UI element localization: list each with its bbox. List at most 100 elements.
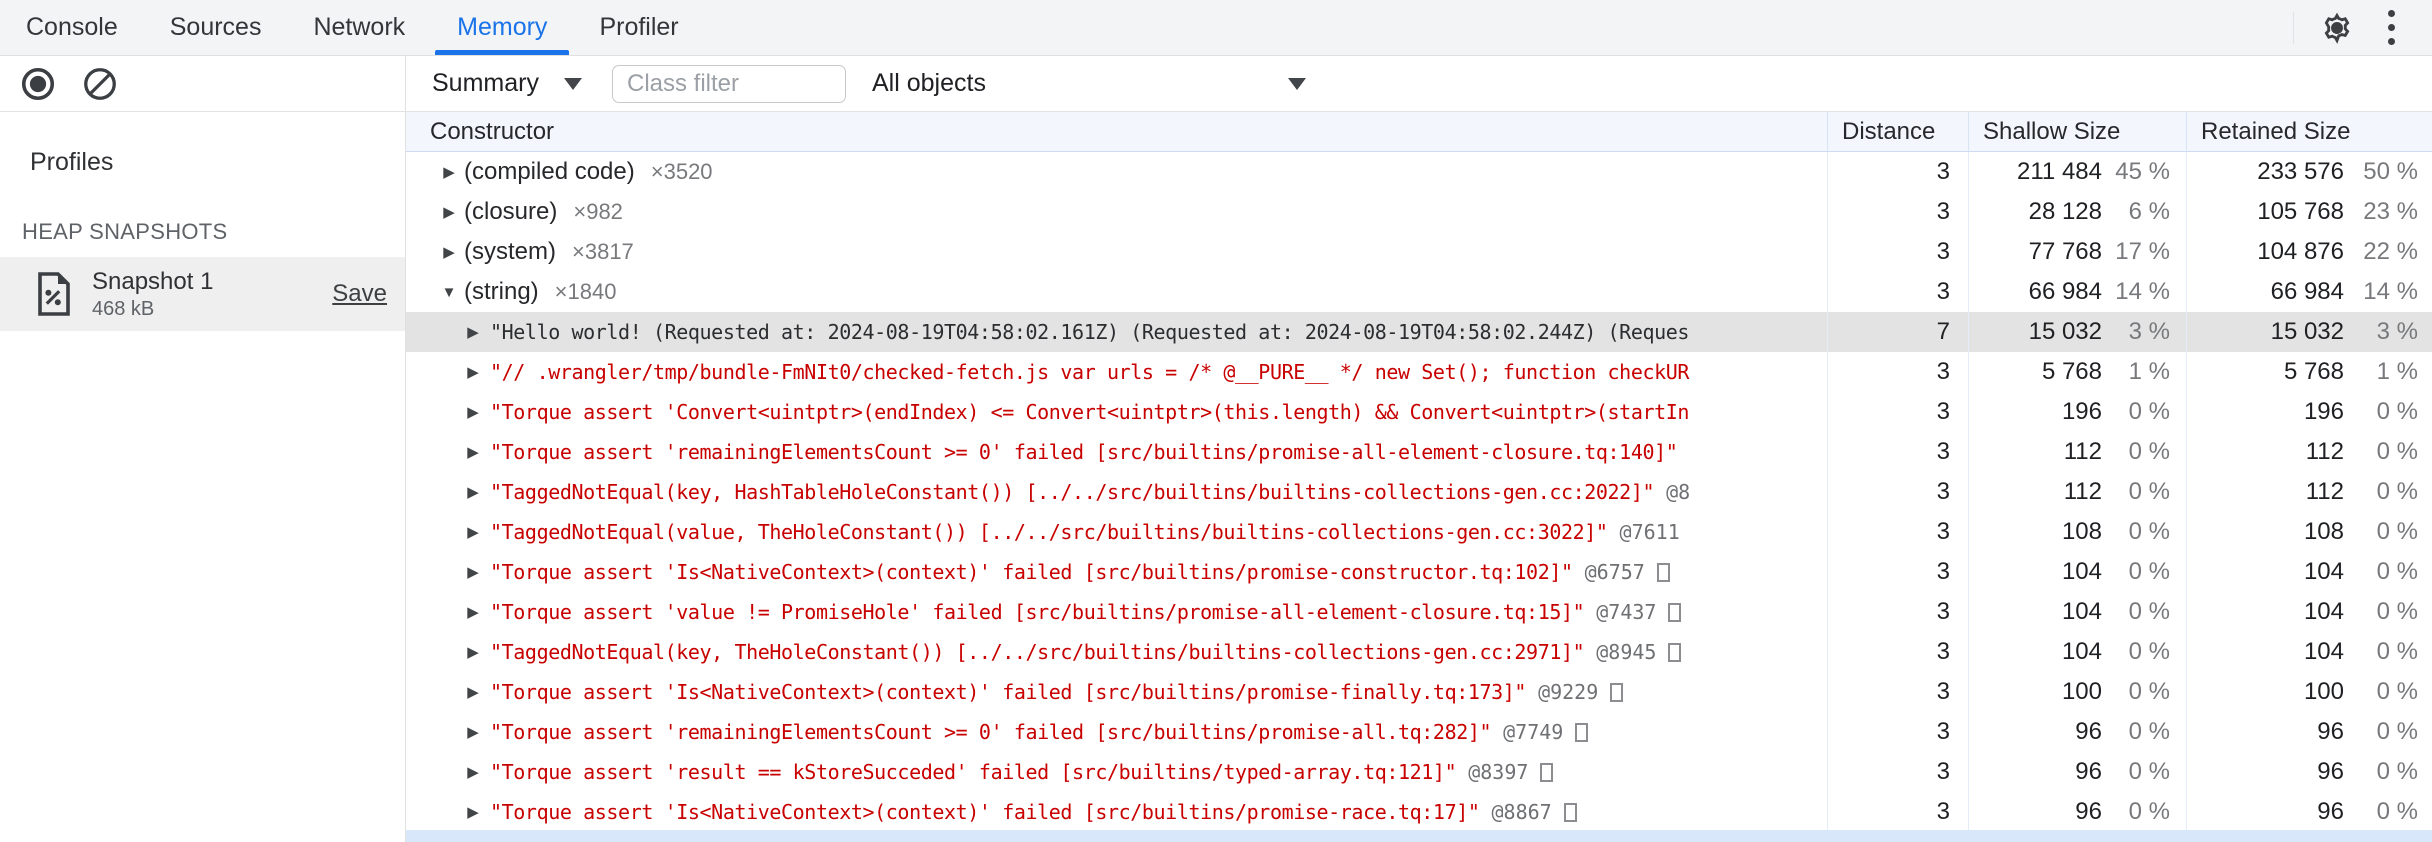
grid-row-string[interactable]: ▶ "Torque assert 'Is<NativeContext>(conte… <box>406 792 2432 830</box>
column-header-distance[interactable]: Distance <box>1827 112 1968 151</box>
size-value: 104 <box>2303 558 2344 585</box>
size-value: 66 984 <box>2028 278 2102 305</box>
string-value: "// .wrangler/tmp/bundle-FmNIt0/checked-… <box>490 360 1690 384</box>
constructor-cell: ▶ "// .wrangler/tmp/bundle-FmNIt0/checked… <box>406 352 1827 392</box>
grid-row-group[interactable]: ▶ (closure) ×982 3 28 128 6 % 105 768 23 % <box>406 192 2432 232</box>
distance-cell: 3 <box>1827 632 1968 672</box>
grid-row-group[interactable]: ▼ (string) ×1840 3 66 984 14 % 66 984 14 % <box>406 272 2432 312</box>
grid-row-string[interactable]: ▶ "TaggedNotEqual(key, HashTableHoleConst… <box>406 472 2432 512</box>
grid-row-string[interactable]: ▶ "Torque assert 'remainingElementsCount … <box>406 712 2432 752</box>
expand-triangle-icon[interactable]: ▶ <box>464 643 482 661</box>
distance-cell: 3 <box>1827 152 1968 192</box>
expand-triangle-icon[interactable]: ▶ <box>464 603 482 621</box>
grid-row-group[interactable]: ▶ (compiled code) ×3520 3 211 484 45 % 233 576… <box>406 152 2432 192</box>
retained-size-cell: 104 0 % <box>2186 632 2432 672</box>
class-filter-input[interactable] <box>612 64 846 103</box>
take-snapshot-button[interactable] <box>16 62 60 106</box>
more-options-button[interactable] <box>2364 6 2418 50</box>
expand-triangle-icon[interactable]: ▶ <box>464 803 482 821</box>
shallow-size-cell: 112 0 % <box>1968 472 2186 512</box>
size-value: 211 484 <box>2017 158 2102 185</box>
grid-row-string[interactable]: ▶ "Torque assert 'Is<NativeContext>(conte… <box>406 672 2432 712</box>
size-percent: 0 % <box>2376 518 2418 545</box>
column-header-constructor[interactable]: Constructor <box>406 112 1827 151</box>
clear-profiles-button[interactable] <box>78 62 122 106</box>
size-value: 104 <box>2061 638 2102 665</box>
grid-row-string[interactable]: ▶ "Torque assert 'Is<NativeContext>(conte… <box>406 552 2432 592</box>
size-value: 108 <box>2303 518 2344 545</box>
expand-triangle-icon[interactable]: ▶ <box>464 363 482 381</box>
expand-triangle-icon[interactable]: ▶ <box>440 243 458 261</box>
tab-profiler[interactable]: Profiler <box>573 0 704 55</box>
column-header-shallow-size[interactable]: Shallow Size <box>1968 112 2186 151</box>
grid-row-string[interactable]: ▶ "Torque assert 'result == kStoreSuccede… <box>406 752 2432 792</box>
grid-row-string[interactable]: ▶ "Torque assert 'remainingElementsCount … <box>406 432 2432 472</box>
object-id: @8 <box>1666 480 1691 504</box>
chevron-down-icon <box>564 77 582 90</box>
size-percent: 0 % <box>2376 758 2418 785</box>
shallow-size-cell: 66 984 14 % <box>1968 272 2186 312</box>
expand-triangle-icon[interactable]: ▶ <box>464 483 482 501</box>
expand-triangle-icon[interactable]: ▶ <box>464 323 482 341</box>
expand-triangle-icon[interactable]: ▶ <box>464 563 482 581</box>
tab-network[interactable]: Network <box>287 0 431 55</box>
devtools-memory-panel: Console Sources Network Memory Profiler <box>0 0 2432 842</box>
missing-glyph-box <box>1563 802 1577 822</box>
snapshot-meta: Snapshot 1 468 kB <box>92 267 332 321</box>
constructor-cell: ▶ "Torque assert 'Is<NativeContext>(conte… <box>406 792 1827 830</box>
size-value: 96 <box>2317 798 2344 825</box>
sidebar-title: Profiles <box>30 148 114 176</box>
size-percent: 1 % <box>2376 358 2418 385</box>
expand-triangle-icon[interactable]: ▶ <box>440 163 458 181</box>
constructor-cell: ▶ "Torque assert 'remainingElementsCount … <box>406 712 1827 752</box>
size-percent: 3 % <box>2376 318 2418 345</box>
perspective-select[interactable]: Summary <box>432 69 582 98</box>
retained-size-cell: 112 0 % <box>2186 472 2432 512</box>
retained-size-cell: 96 0 % <box>2186 792 2432 830</box>
expand-triangle-icon[interactable]: ▶ <box>440 203 458 221</box>
tab-memory[interactable]: Memory <box>431 0 573 55</box>
string-value: "Torque assert 'Is<NativeContext>(contex… <box>490 800 1480 824</box>
size-percent: 0 % <box>2128 758 2170 785</box>
string-value: "Torque assert 'remainingElementsCount >… <box>490 440 1678 464</box>
instance-count: ×3520 <box>650 159 713 184</box>
snapshot-list-item[interactable]: Snapshot 1 468 kB Save <box>0 257 405 331</box>
expand-triangle-icon[interactable]: ▶ <box>464 763 482 781</box>
collapse-triangle-icon[interactable]: ▼ <box>440 284 458 301</box>
memory-main-pane: Summary All objects Constructor Distance… <box>406 56 2432 842</box>
size-value: 96 <box>2075 718 2102 745</box>
expand-triangle-icon[interactable]: ▶ <box>464 403 482 421</box>
constructor-cell: ▶ "TaggedNotEqual(key, HashTableHoleConst… <box>406 472 1827 512</box>
settings-button[interactable] <box>2310 6 2364 50</box>
grid-row-group[interactable]: ▶ (system) ×3817 3 77 768 17 % 104 876 22 % <box>406 232 2432 272</box>
tabbar-right-controls <box>2293 0 2432 55</box>
size-percent: 0 % <box>2128 438 2170 465</box>
tab-sources[interactable]: Sources <box>144 0 288 55</box>
grid-row-string[interactable]: ▶ "TaggedNotEqual(value, TheHoleConstant(… <box>406 512 2432 552</box>
retained-size-cell: 104 0 % <box>2186 592 2432 632</box>
expand-triangle-icon[interactable]: ▶ <box>464 683 482 701</box>
expand-triangle-icon[interactable]: ▶ <box>464 523 482 541</box>
grid-row-string[interactable]: ▶ "Torque assert 'Convert<uintptr>(endInd… <box>406 392 2432 432</box>
grid-row-string[interactable]: ▶ "Torque assert 'value != PromiseHole' f… <box>406 592 2432 632</box>
object-scope-select[interactable]: All objects <box>872 69 1312 98</box>
tab-console[interactable]: Console <box>0 0 144 55</box>
shallow-size-cell: 108 0 % <box>1968 512 2186 552</box>
constructor-cell: ▼ (string) ×1840 <box>406 272 1827 312</box>
size-percent: 1 % <box>2128 358 2170 385</box>
grid-row-string[interactable]: ▶ "// .wrangler/tmp/bundle-FmNIt0/checked… <box>406 352 2432 392</box>
grid-row-string[interactable]: ▶ "TaggedNotEqual(key, TheHoleConstant())… <box>406 632 2432 672</box>
distance-cell: 3 <box>1827 192 1968 232</box>
memory-toolbar: Summary All objects <box>406 56 2432 112</box>
column-header-retained-size[interactable]: Retained Size <box>2186 112 2432 151</box>
expand-triangle-icon[interactable]: ▶ <box>464 443 482 461</box>
string-value: "Torque assert 'Is<NativeContext>(contex… <box>490 680 1527 704</box>
constructor-cell: ▶ "TaggedNotEqual(value, TheHoleConstant(… <box>406 512 1827 552</box>
snapshot-save-link[interactable]: Save <box>332 280 387 308</box>
tab-label: Console <box>26 13 118 41</box>
grid-row-string[interactable]: ▶ "Hello world! (Requested at: 2024-08-19… <box>406 312 2432 352</box>
constructor-cell: ▶ "Torque assert 'Is<NativeContext>(conte… <box>406 552 1827 592</box>
expand-triangle-icon[interactable]: ▶ <box>464 723 482 741</box>
object-id: @7749 <box>1503 720 1564 744</box>
string-value: "Torque assert 'result == kStoreSucceded… <box>490 760 1457 784</box>
